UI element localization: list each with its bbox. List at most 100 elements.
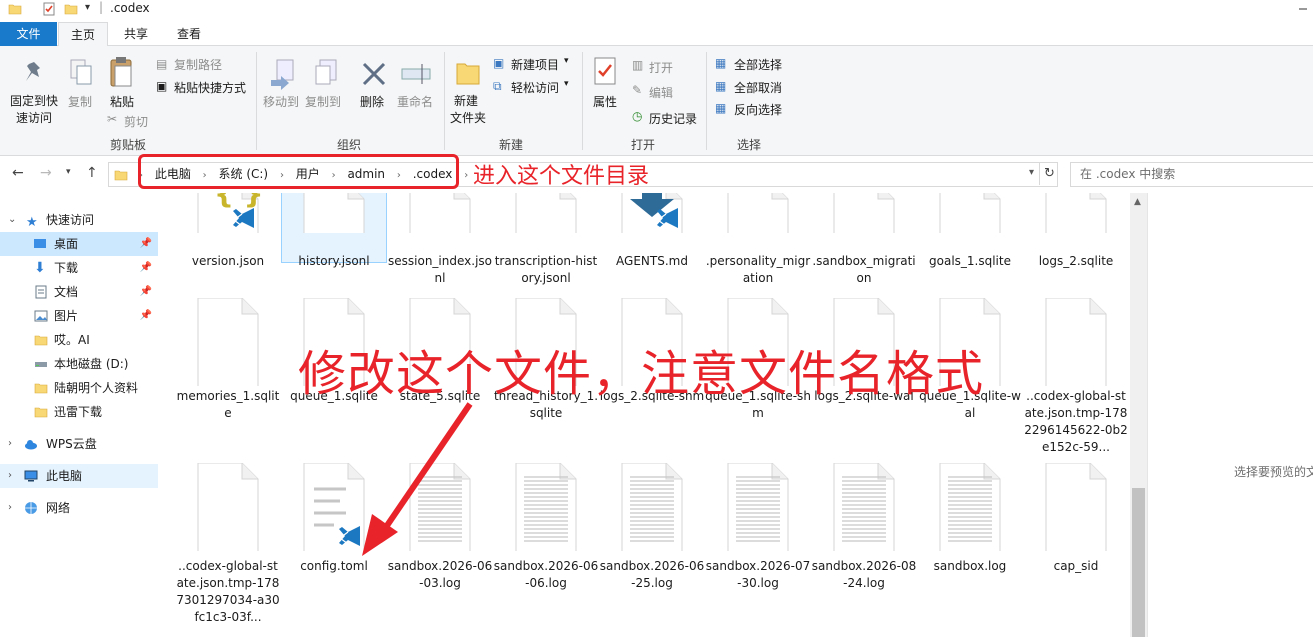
invert-selection-button[interactable]: 反向选择 [734, 101, 782, 118]
new-folder-line1: 新建 [454, 94, 479, 108]
select-none-button[interactable]: 全部取消 [734, 79, 782, 96]
nav-item-label: 文档 [54, 285, 79, 299]
nav-quick-access[interactable]: ⌄ ★ 快速访问 [0, 208, 158, 232]
properties-quick-icon[interactable] [42, 2, 56, 16]
recent-locations-button[interactable]: ▾ [66, 167, 71, 177]
tab-file[interactable]: 文件 [0, 22, 57, 46]
file-name: .sandbox_migration [812, 254, 916, 285]
file-name: ..codex-global-state.json.tmp-1787301297… [176, 559, 280, 624]
file-name: sandbox.log [933, 559, 1007, 573]
file-list: { } version.json history.jsonl session_inde… [170, 193, 1132, 637]
rename-button[interactable]: 重命名 [397, 93, 433, 110]
back-button[interactable]: ← [12, 165, 24, 181]
new-folder-quick-icon[interactable] [64, 2, 78, 16]
cut-button[interactable]: 剪切 [124, 113, 148, 130]
nav-item-local-disk-d[interactable]: 本地磁盘 (D:) [0, 352, 158, 376]
move-to-icon [271, 59, 294, 90]
nav-this-pc-label: 此电脑 [46, 469, 83, 483]
scroll-up-icon[interactable]: ▲ [1134, 197, 1141, 207]
file-name: sandbox.2026-08-24.log [811, 559, 917, 590]
pin-to-quick-access-button[interactable]: 固定到快 速访问 [8, 93, 60, 127]
scrollbar-thumb[interactable] [1132, 488, 1145, 637]
chevron-down-icon: ▾ [564, 79, 569, 89]
title-separator: | [99, 0, 104, 14]
delete-button[interactable]: 删除 [360, 93, 384, 110]
nav-item-label: 哎。AI [54, 333, 90, 347]
move-to-button[interactable]: 移动到 [263, 93, 299, 110]
log-file-icon [934, 462, 1006, 566]
log-file-icon [404, 462, 476, 566]
tab-view[interactable]: 查看 [165, 22, 213, 46]
search-input[interactable]: 在 .codex 中搜索 [1070, 162, 1313, 187]
refresh-button[interactable]: ↻ [1039, 163, 1059, 185]
log-file-icon [828, 462, 900, 566]
expand-icon[interactable]: › [8, 464, 12, 488]
nav-item-personal-docs[interactable]: 陆朝明个人资料 [0, 376, 158, 400]
up-button[interactable]: ↑ [86, 165, 98, 181]
open-button[interactable]: 打开 [649, 59, 673, 76]
file-name: AGENTS.md [616, 254, 688, 268]
nav-item-thunder-downloads[interactable]: 迅雷下载 [0, 400, 158, 424]
nav-quick-access-label: 快速访问 [46, 213, 95, 227]
computer-icon [24, 470, 38, 482]
blank-file-icon [510, 193, 582, 248]
blank-file-icon [1040, 193, 1112, 248]
file-name: ..codex-global-state.json.tmp-1782296145… [1024, 389, 1128, 454]
nav-item-ai-folder[interactable]: 哎。AI [0, 328, 158, 352]
properties-button[interactable]: 属性 [593, 93, 617, 110]
nav-item-documents[interactable]: 文档 📌 [0, 280, 158, 304]
pin-icon[interactable]: 📌 [140, 304, 152, 328]
new-item-button[interactable]: 新建项目 [511, 56, 559, 73]
drive-icon [35, 362, 47, 367]
minimize-icon [1299, 8, 1307, 10]
nav-this-pc[interactable]: › 此电脑 [0, 464, 158, 488]
paste-icon [110, 57, 132, 87]
file-name: sandbox.2026-07-30.log [705, 559, 811, 590]
easy-access-button[interactable]: 轻松访问 [511, 79, 559, 96]
nav-item-pictures[interactable]: 图片 📌 [0, 304, 158, 328]
paste-shortcut-button[interactable]: 粘贴快捷方式 [174, 79, 246, 96]
open-group-label: 打开 [631, 138, 656, 152]
forward-button[interactable]: → [40, 165, 52, 181]
tab-home[interactable]: 主页 [58, 22, 108, 46]
new-folder-button[interactable]: 新建 文件夹 [450, 93, 486, 127]
edit-button[interactable]: 编辑 [649, 84, 673, 101]
title-bar: ▾ | .codex [0, 0, 1313, 20]
copy-icon [70, 59, 92, 85]
pin-icon[interactable]: 📌 [140, 256, 152, 280]
vertical-scrollbar[interactable]: ▲ [1130, 193, 1147, 637]
tab-share[interactable]: 共享 [112, 22, 160, 46]
nav-network[interactable]: › 网络 [0, 496, 158, 520]
minimize-button[interactable] [1293, 0, 1313, 20]
cut-icon: ✂ [107, 112, 118, 126]
copy-button[interactable]: 复制 [68, 93, 92, 110]
copy-to-button[interactable]: 复制到 [305, 93, 341, 110]
copy-path-button[interactable]: 复制路径 [174, 56, 222, 73]
nav-item-desktop[interactable]: 桌面 📌 [0, 232, 158, 256]
expand-icon[interactable]: ⌄ [8, 208, 16, 232]
file-name: transcription-history.jsonl [494, 254, 598, 285]
pin-icon[interactable]: 📌 [140, 280, 152, 304]
history-button[interactable]: 历史记录 [649, 110, 697, 127]
address-dropdown-button[interactable]: ▾ [1029, 167, 1034, 178]
nav-item-downloads[interactable]: ⬇ 下载 📌 [0, 256, 158, 280]
select-all-button[interactable]: 全部选择 [734, 56, 782, 73]
file-name: logs_2.sqlite [1038, 254, 1114, 268]
blank-file-icon [1040, 462, 1112, 566]
select-none-icon: ▦ [715, 79, 727, 93]
file-name: history.jsonl [298, 254, 370, 268]
log-file-icon [510, 462, 582, 566]
copy-to-icon [315, 59, 337, 85]
document-icon [35, 285, 47, 299]
nav-item-label: 本地磁盘 (D:) [54, 357, 129, 371]
customize-quick-access-icon[interactable]: ▾ [85, 2, 90, 13]
nav-wps-cloud[interactable]: › WPS云盘 [0, 432, 158, 456]
expand-icon[interactable]: › [8, 432, 12, 456]
ribbon-separator [582, 52, 583, 150]
pin-icon[interactable]: 📌 [140, 232, 152, 256]
folder-icon [34, 407, 48, 418]
paste-button[interactable]: 粘贴 [110, 93, 134, 110]
new-folder-line2: 文件夹 [450, 111, 487, 125]
expand-icon[interactable]: › [8, 496, 12, 520]
blank-file-icon [934, 193, 1006, 248]
